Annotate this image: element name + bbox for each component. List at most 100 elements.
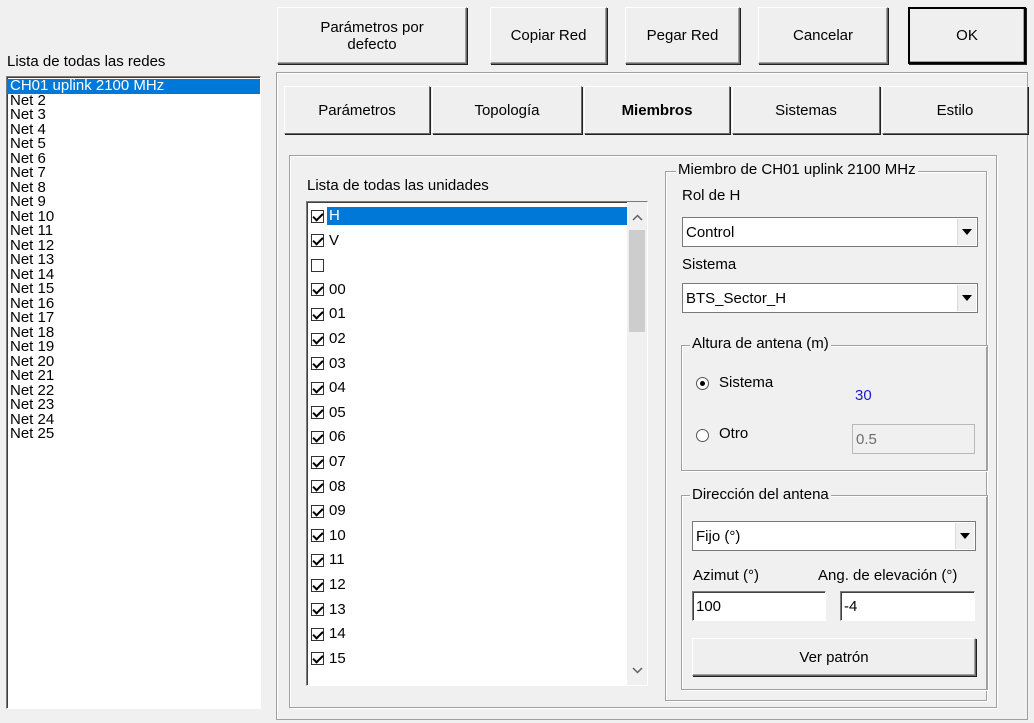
height-other-option: Otro	[719, 425, 749, 442]
unit-checkbox[interactable]	[311, 578, 324, 592]
scroll-thumb[interactable]	[629, 230, 645, 332]
unit-label: 02	[329, 330, 346, 347]
azimuth-value: 100	[696, 597, 722, 615]
unit-list-item[interactable]: 07	[311, 451, 627, 473]
ok-button[interactable]: OK	[908, 7, 1026, 64]
chevron-down-icon[interactable]	[957, 219, 976, 245]
default-params-button[interactable]: Parámetros por defecto	[277, 7, 467, 64]
unit-list-item[interactable]: 00	[311, 279, 627, 301]
unit-checkbox[interactable]	[311, 258, 324, 272]
unit-label: 07	[329, 453, 346, 470]
tab-estilo[interactable]: Estilo	[882, 86, 1028, 134]
unit-list-item[interactable]: V	[311, 230, 627, 252]
role-value: Control	[686, 223, 735, 241]
unit-checkbox[interactable]	[311, 283, 324, 297]
unit-list-item[interactable]: 08	[311, 476, 627, 498]
system-select[interactable]: BTS_Sector_H	[682, 283, 978, 313]
direction-mode-value: Fijo (°)	[696, 527, 741, 545]
unit-label: V	[329, 231, 340, 249]
unit-list-item[interactable]: 06	[311, 426, 627, 448]
tab-parametros[interactable]: Parámetros	[284, 86, 430, 134]
unit-list-item[interactable]: 13	[311, 599, 627, 621]
view-pattern-label: Ver patrón	[799, 648, 869, 666]
units-scrollbar[interactable]	[627, 202, 647, 685]
tab-parametros-label: Parámetros	[318, 101, 396, 119]
unit-checkbox[interactable]	[311, 406, 324, 420]
height-other-value: 0.5	[856, 430, 877, 448]
tab-topologia[interactable]: Topología	[432, 86, 582, 134]
elevation-field[interactable]: -4	[840, 591, 975, 621]
unit-list-item[interactable]: H	[311, 205, 627, 227]
unit-label: 14	[329, 625, 346, 643]
scroll-up-icon[interactable]	[627, 208, 647, 226]
unit-list-item[interactable]: 04	[311, 377, 627, 399]
cancel-label: Cancelar	[792, 27, 854, 44]
unit-list-item[interactable]: 10	[311, 525, 627, 547]
direction-mode-select[interactable]: Fijo (°)	[692, 521, 976, 551]
unit-checkbox[interactable]	[311, 627, 324, 641]
copy-network-label: Copiar Red	[510, 27, 587, 44]
unit-label: 06	[329, 428, 346, 446]
unit-label: 08	[329, 477, 346, 495]
unit-checkbox[interactable]	[311, 480, 324, 494]
tab-estilo-label: Estilo	[936, 101, 974, 119]
units-items: H V 00 01 02 03 04 05 06 07 08 09 10 11 12 13 14 15	[307, 205, 627, 685]
chevron-down-icon[interactable]	[955, 523, 974, 549]
cancel-button[interactable]: Cancelar	[758, 7, 888, 64]
unit-checkbox[interactable]	[311, 332, 324, 346]
elevation-value: -4	[844, 597, 858, 615]
tab-topologia-label: Topología	[474, 101, 540, 119]
unit-list-item[interactable]: 05	[311, 402, 627, 424]
unit-label: 15	[329, 649, 346, 667]
azimuth-field[interactable]: 100	[692, 591, 826, 621]
unit-label: 11	[329, 551, 345, 569]
height-other-field[interactable]: 0.5	[852, 424, 975, 454]
unit-list-item[interactable]: 14	[311, 623, 627, 645]
scroll-down-icon[interactable]	[627, 661, 647, 679]
unit-list-item[interactable]: 02	[311, 328, 627, 350]
unit-list-item[interactable]: 15	[311, 648, 627, 670]
unit-checkbox[interactable]	[311, 504, 324, 518]
unit-checkbox[interactable]	[311, 430, 324, 444]
unit-checkbox[interactable]	[311, 209, 324, 223]
unit-checkbox[interactable]	[311, 529, 324, 543]
units-title: Lista de todas las unidades	[307, 177, 489, 194]
unit-checkbox[interactable]	[311, 455, 324, 469]
unit-checkbox[interactable]	[311, 381, 324, 395]
unit-label: 09	[329, 502, 346, 520]
unit-label: 04	[329, 379, 346, 397]
paste-network-button[interactable]: Pegar Red	[625, 7, 740, 64]
units-list[interactable]: H V 00 01 02 03 04 05 06 07 08 09 10 11 12 13 14 15	[306, 201, 648, 686]
default-params-label: Parámetros por defecto	[320, 18, 424, 53]
member-group-title: Miembro de CH01 uplink 2100 MHz	[676, 161, 918, 178]
unit-label: H	[327, 207, 627, 225]
unit-list-item[interactable]: 11	[311, 549, 627, 571]
unit-list-item[interactable]	[311, 254, 627, 276]
tab-miembros[interactable]: Miembros	[584, 86, 730, 134]
unit-checkbox[interactable]	[311, 307, 324, 321]
role-select[interactable]: Control	[682, 217, 978, 247]
system-value: BTS_Sector_H	[686, 289, 787, 307]
unit-list-item[interactable]: 01	[311, 303, 627, 325]
view-pattern-button[interactable]: Ver patrón	[692, 638, 976, 676]
tab-sistemas[interactable]: Sistemas	[732, 86, 880, 134]
paste-network-label: Pegar Red	[646, 27, 719, 44]
ok-label: OK	[956, 27, 978, 44]
unit-checkbox[interactable]	[311, 234, 324, 248]
unit-label: 10	[329, 526, 346, 544]
height-system-radio[interactable]	[696, 377, 709, 390]
unit-list-item[interactable]: 09	[311, 500, 627, 522]
unit-checkbox[interactable]	[311, 357, 324, 371]
height-other-radio[interactable]	[696, 429, 709, 442]
network-list[interactable]: CH01 uplink 2100 MHz Net 2 Net 3 Net 4 Net 5…	[6, 76, 261, 709]
unit-list-item[interactable]: 12	[311, 574, 627, 596]
copy-network-button[interactable]: Copiar Red	[490, 7, 607, 64]
chevron-down-icon[interactable]	[957, 285, 976, 311]
network-list-item[interactable]: Net 25	[7, 426, 260, 442]
unit-checkbox[interactable]	[311, 652, 324, 666]
unit-list-item[interactable]: 03	[311, 353, 627, 375]
unit-checkbox[interactable]	[311, 603, 324, 617]
role-label: Rol de H	[682, 187, 741, 204]
height-system-option: Sistema	[719, 374, 774, 391]
unit-checkbox[interactable]	[311, 553, 324, 567]
